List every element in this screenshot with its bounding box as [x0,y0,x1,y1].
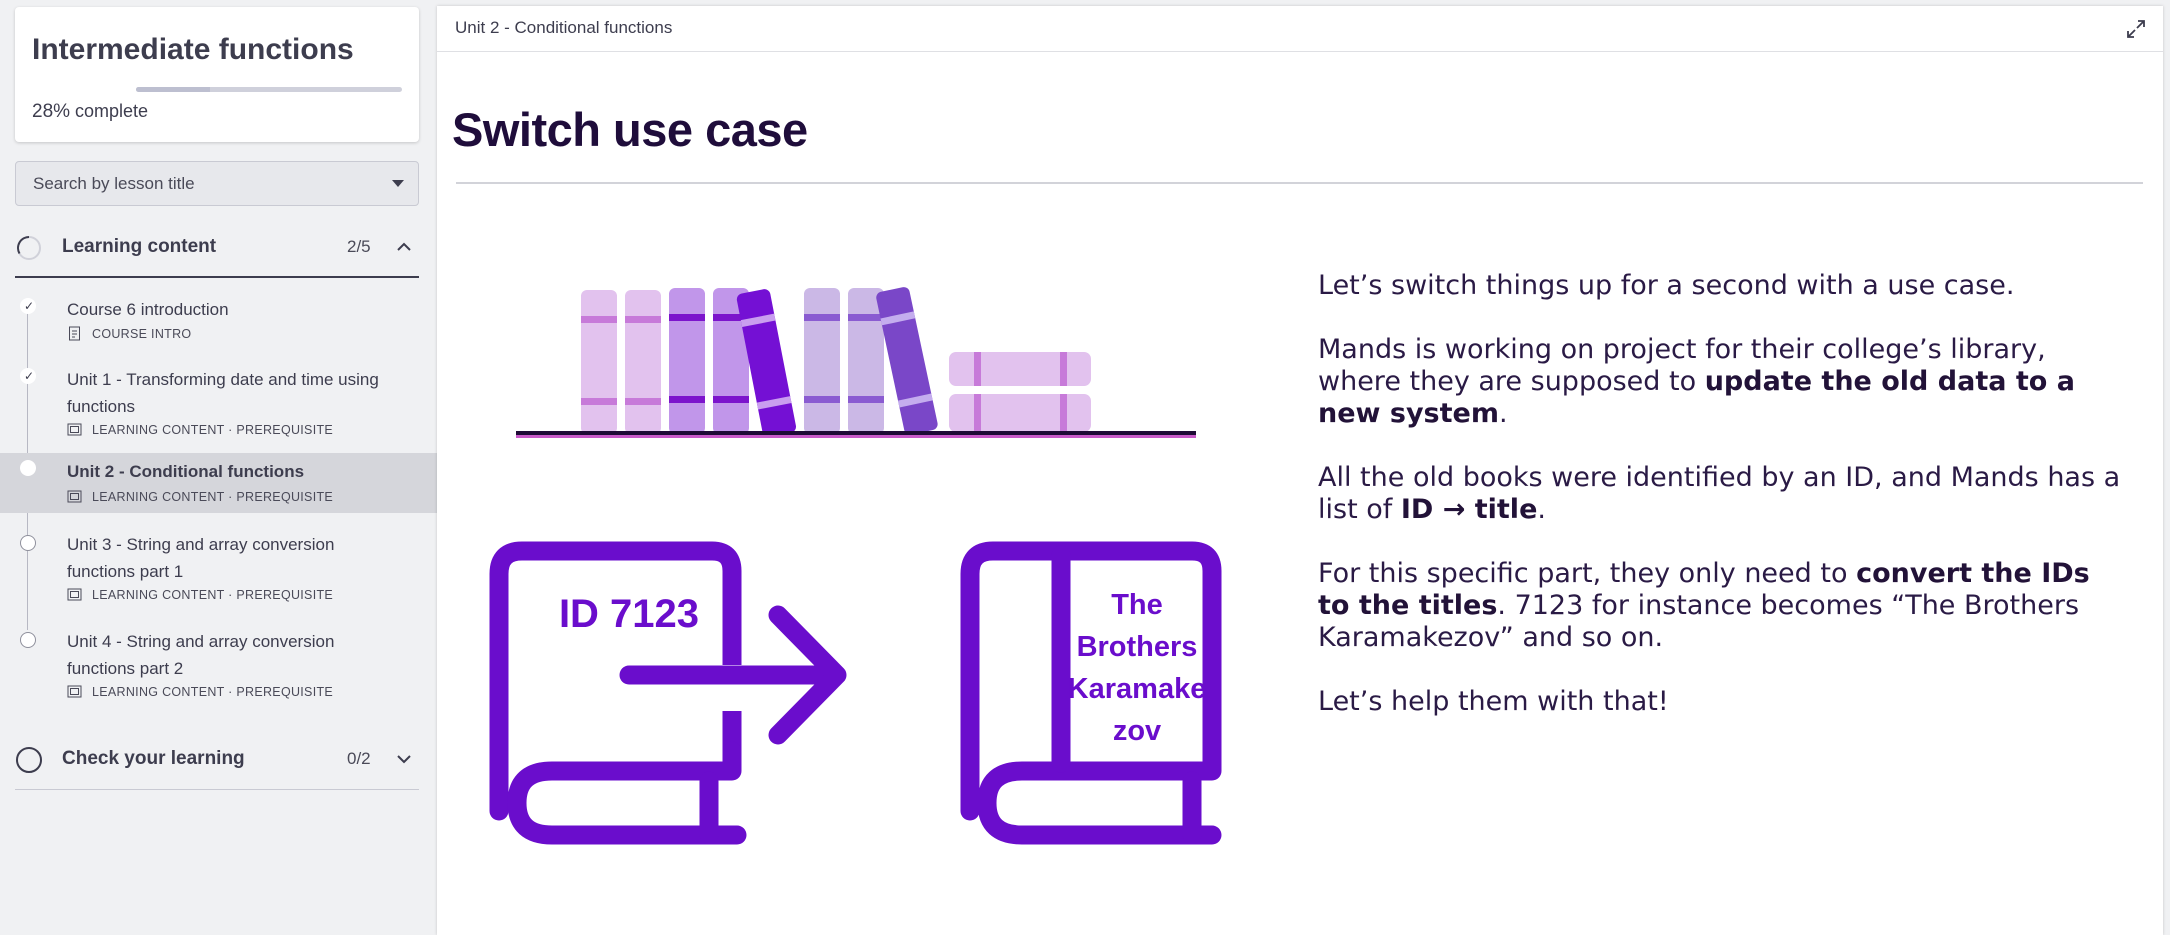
lesson-meta-label: COURSE INTRO [92,326,192,341]
shelf [516,431,1196,435]
text-run: . [1498,398,1508,429]
lesson-item-unit-4[interactable]: Unit 4 - String and array conversion fun… [0,620,437,702]
title-divider [456,182,2143,184]
slides-icon [67,588,82,601]
course-progress-fill [136,87,211,92]
unit-title: Unit 2 - Conditional functions [455,18,673,37]
book-spine [669,288,705,434]
lesson-meta-label: LEARNING CONTENT · PREREQUISITE [92,489,334,504]
lesson-item-unit-3[interactable]: Unit 3 - String and array conversion fun… [0,523,437,605]
paragraph-context: Mands is working on project for their co… [1318,334,2128,430]
lesson-meta: LEARNING CONTENT · PREREQUISITE [67,422,333,437]
lesson-title: Unit 2 - Conditional functions [67,462,305,481]
paragraph-intro: Let’s switch things up for a second with… [1318,270,2015,301]
book-spine [581,290,617,434]
paragraph-task: For this specific part, they only need t… [1318,558,2128,654]
progress-label: 28% complete [32,101,148,123]
book-spine [625,290,661,434]
lesson-search-placeholder: Search by lesson title [33,173,195,193]
empty-progress-ring-icon [16,747,42,773]
partial-progress-ring-icon [17,236,41,260]
book-spine-tilted [876,287,938,435]
caret-down-icon [392,180,404,187]
slides-icon [67,490,82,503]
book-title-line: Karamake [1068,673,1207,705]
bold-text: ID → title [1400,494,1538,525]
checkmark-icon: ✓ [24,299,35,313]
lesson-topbar: Unit 2 - Conditional functions [437,6,2163,52]
stacked-book [949,394,1091,432]
progress-suffix: complete [70,101,149,121]
lesson-item-unit-1[interactable]: ✓ Unit 1 - Transforming date and time us… [0,360,437,442]
lesson-meta: LEARNING CONTENT · PREREQUISITE [67,489,333,504]
text-run: For this specific part, they only need t… [1318,558,1857,589]
section-learning-title: Learning content [62,236,217,257]
completed-dot: ✓ [20,298,36,314]
section-check-count: 0/2 [347,749,371,768]
course-progress-card: Intermediate functions 28% complete [15,7,419,142]
lesson-content-panel: Unit 2 - Conditional functions Switch us… [437,6,2163,935]
lesson-meta: COURSE INTRO [67,326,191,341]
book-spine [848,288,884,434]
slides-icon [67,423,82,436]
paragraph-ids: All the old books were identified by an … [1318,462,2128,526]
stacked-book [949,352,1091,386]
book-title-line: Brothers [1077,631,1198,663]
book-title-line: zov [1113,715,1161,747]
lesson-search-select[interactable]: Search by lesson title [15,161,419,206]
incomplete-dot [20,632,36,648]
slides-icon [67,685,82,698]
current-lesson-dot [20,460,36,476]
section-check-title: Check your learning [62,748,245,769]
book-spine [804,288,840,434]
document-icon [69,326,80,341]
bookshelf-illustration [516,287,1196,438]
lesson-item-unit-2[interactable]: Unit 2 - Conditional functions LEARNING … [0,453,437,513]
chevron-down-icon[interactable] [395,750,413,768]
lesson-meta: LEARNING CONTENT · PREREQUISITE [67,587,333,602]
paragraph-closing: Let’s help them with that! [1318,686,1669,717]
page-title: Switch use case [452,103,808,156]
lesson-meta-label: LEARNING CONTENT · PREREQUISITE [92,587,334,602]
expand-icon[interactable] [2125,18,2147,40]
lesson-item-course-intro[interactable]: ✓ Course 6 introduction COURSE INTRO [0,290,437,354]
lesson-title: Unit 3 - String and array conversion fun… [67,535,335,581]
lesson-title: Unit 4 - String and array conversion fun… [67,632,335,678]
progress-percent: 28% [32,101,71,122]
incomplete-dot [20,535,36,551]
completed-dot: ✓ [20,368,36,384]
lesson-title: Course 6 introduction [67,300,229,319]
lesson-title: Unit 1 - Transforming date and time usin… [67,370,379,416]
lesson-meta: LEARNING CONTENT · PREREQUISITE [67,684,333,699]
lesson-meta-label: LEARNING CONTENT · PREREQUISITE [92,684,334,699]
lesson-body-text: Let’s switch things up for a second with… [1318,270,2128,750]
course-progress-bar [136,87,402,92]
section-learning-count: 2/5 [347,237,371,256]
course-title: Intermediate functions [32,33,354,66]
section-check-learning[interactable]: Check your learning 0/2 [15,736,419,790]
id-label: ID 7123 [559,592,699,636]
lesson-meta-label: LEARNING CONTENT · PREREQUISITE [92,422,334,437]
course-sidebar: Intermediate functions 28% complete Sear… [0,0,437,935]
text-run: . [1537,494,1546,525]
shelf-underline [516,435,1196,438]
checkmark-icon: ✓ [24,369,35,383]
book-title-line: The [1111,589,1163,621]
id-to-title-illustration: ID 7123 The Brothers Karamake zov [489,541,1222,845]
chevron-up-icon[interactable] [395,238,413,256]
section-learning-content[interactable]: Learning content 2/5 [15,224,419,278]
